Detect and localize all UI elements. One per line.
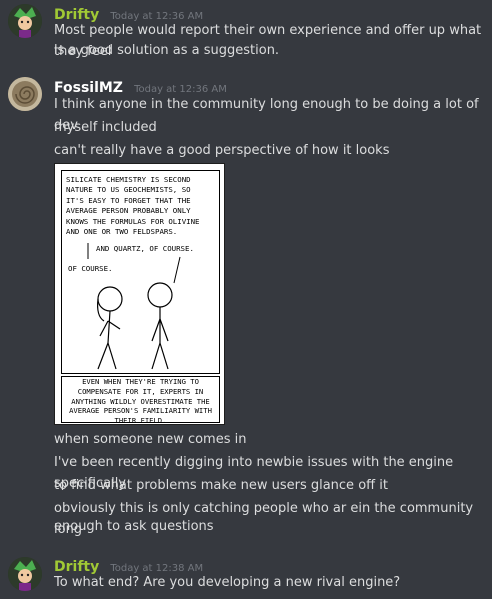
avatar[interactable]: [8, 557, 42, 591]
message-text: to find what problems make new users gla…: [54, 478, 388, 493]
drifty-avatar-icon: [8, 557, 42, 591]
avatar[interactable]: [8, 77, 42, 111]
avatar[interactable]: [8, 4, 42, 38]
drifty-avatar-icon: [8, 4, 42, 38]
message-text: is a good solution as a suggestion.: [54, 43, 280, 58]
message-text: can't really have a good perspective of …: [54, 143, 390, 158]
fossil-avatar-icon: [8, 77, 42, 111]
message-text: enough to ask questions: [54, 519, 214, 534]
message-text: To what end? Are you developing a new ri…: [54, 575, 401, 590]
comic-figures-icon: [87, 243, 181, 370]
message-text: myself included: [54, 120, 157, 135]
comic-caption: EVEN WHEN THEY'RE TRYING TO COMPENSATE F…: [61, 376, 220, 425]
comic-panel: SILICATE CHEMISTRY IS SECOND NATURE TO U…: [61, 170, 220, 374]
message-text: when someone new comes in: [54, 432, 247, 447]
comic-image[interactable]: SILICATE CHEMISTRY IS SECOND NATURE TO U…: [54, 163, 225, 425]
